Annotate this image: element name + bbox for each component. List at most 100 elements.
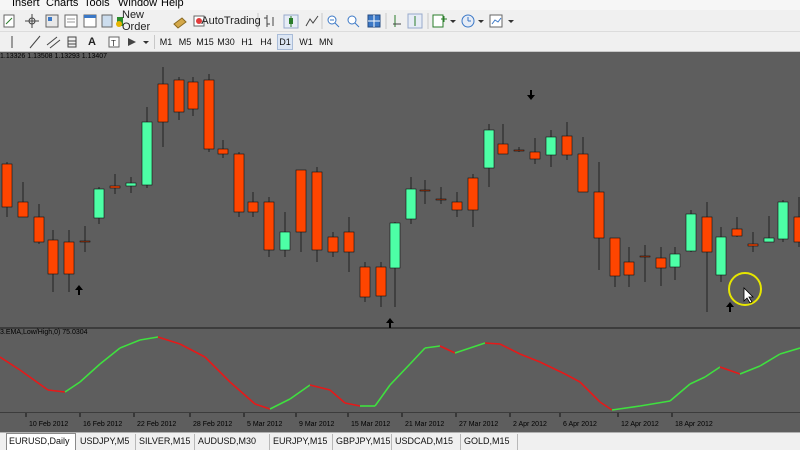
zoom-in-icon[interactable]	[327, 15, 340, 28]
candle-body[interactable]	[777, 201, 789, 240]
candle-body[interactable]	[375, 266, 387, 297]
equidistant-channel-icon[interactable]	[46, 36, 61, 49]
candle-body[interactable]	[701, 216, 713, 253]
candle-body[interactable]	[263, 201, 275, 251]
candle-body[interactable]	[685, 213, 697, 252]
candle-body[interactable]	[793, 216, 800, 243]
tile-windows-icon[interactable]	[367, 14, 381, 28]
candle-body[interactable]	[311, 171, 323, 251]
candle-body[interactable]	[203, 79, 215, 150]
chart-tab-gold-m15[interactable]: GOLD,M15	[462, 434, 518, 450]
candle-body[interactable]	[593, 191, 605, 239]
candle-body[interactable]	[359, 266, 371, 298]
text-tool-button[interactable]: A	[86, 33, 98, 51]
terminal-icon[interactable]	[83, 14, 97, 28]
candle-body[interactable]	[669, 253, 681, 268]
candle-body[interactable]	[609, 237, 621, 277]
menu-insert[interactable]: Insert	[12, 0, 40, 10]
candle-body[interactable]	[715, 236, 727, 276]
new-chart-icon[interactable]	[3, 14, 15, 28]
candle-body[interactable]	[451, 201, 463, 211]
chart-tab-usdjpy-m5[interactable]: USDJPY,M5	[78, 434, 136, 450]
candle-body[interactable]	[125, 182, 137, 187]
indicators-dropdown-icon[interactable]	[450, 20, 456, 23]
chart-tab-usdcad-m15[interactable]: USDCAD,M15	[393, 434, 461, 450]
crosshair-icon[interactable]	[25, 14, 39, 28]
candle-body[interactable]	[561, 135, 573, 156]
candle-body[interactable]	[93, 188, 105, 219]
candle-body[interactable]	[545, 136, 557, 156]
autoscroll-icon[interactable]	[407, 13, 423, 29]
trendline-icon[interactable]	[29, 35, 41, 49]
candle-body[interactable]	[763, 237, 775, 243]
line-chart-icon[interactable]	[305, 15, 319, 27]
candle-body[interactable]	[747, 243, 759, 247]
timeframe-mn-button[interactable]: MN	[317, 34, 335, 50]
templates-dropdown-icon[interactable]	[508, 20, 514, 23]
candle-body[interactable]	[141, 121, 153, 186]
periodicity-icon[interactable]	[461, 14, 475, 28]
navigator-icon[interactable]	[45, 14, 59, 28]
candle-body[interactable]	[513, 149, 525, 152]
timeframe-m5-button[interactable]: M5	[176, 34, 194, 50]
candle-body[interactable]	[47, 239, 59, 275]
new-order-button[interactable]: New Order	[122, 9, 168, 33]
chart-tab-gbpjpy-m15[interactable]: GBPJPY,M15	[334, 434, 392, 450]
timeframe-m1-button[interactable]: M1	[158, 34, 174, 50]
price-chart[interactable]: 10 Feb 2012 16 Feb 2012 22 Feb 2012 28 Feb …	[0, 52, 800, 432]
chart-tab-audusd-m30[interactable]: AUDUSD,M30	[196, 434, 270, 450]
candle-body[interactable]	[233, 153, 245, 213]
candle-body[interactable]	[435, 198, 447, 201]
timeframe-d1-button[interactable]: D1	[277, 34, 293, 50]
timeframe-m30-button[interactable]: M30	[216, 34, 236, 50]
candle-body[interactable]	[17, 201, 29, 218]
menu-tools[interactable]: Tools	[84, 0, 110, 10]
candle-body[interactable]	[327, 236, 339, 253]
autotrading-button[interactable]: AutoTrading	[201, 12, 261, 30]
candle-body[interactable]	[79, 240, 91, 243]
candle-body[interactable]	[217, 148, 229, 155]
candle-body[interactable]	[295, 169, 307, 233]
timeframe-h1-button[interactable]: H1	[238, 34, 256, 50]
arrows-dropdown-icon[interactable]	[143, 41, 149, 44]
periodicity-dropdown-icon[interactable]	[478, 20, 484, 23]
candle-body[interactable]	[655, 257, 667, 269]
candle-body[interactable]	[33, 216, 45, 243]
autotrading-icon[interactable]	[173, 17, 187, 29]
timeframe-h4-button[interactable]: H4	[258, 34, 274, 50]
zoom-out-icon[interactable]	[347, 15, 360, 28]
candle-body[interactable]	[389, 222, 401, 269]
label-icon[interactable]: T	[108, 36, 120, 48]
chart-tab-silver-m15[interactable]: SILVER,M15	[137, 434, 195, 450]
bar-chart-icon[interactable]	[264, 15, 274, 27]
candle-body[interactable]	[279, 231, 291, 251]
data-window-icon[interactable]	[64, 14, 78, 28]
candle-body[interactable]	[247, 201, 259, 213]
candle-body[interactable]	[731, 228, 743, 237]
chart-window[interactable]: 10 Feb 2012 16 Feb 2012 22 Feb 2012 28 Feb …	[0, 52, 800, 432]
candle-body[interactable]	[173, 79, 185, 113]
candle-body[interactable]	[529, 151, 541, 160]
candlestick-chart-icon[interactable]	[283, 14, 299, 29]
timeframe-m15-button[interactable]: M15	[196, 34, 214, 50]
arrows-icon[interactable]	[128, 38, 136, 46]
candle-body[interactable]	[343, 231, 355, 253]
candle-body[interactable]	[467, 177, 479, 211]
candle-body[interactable]	[577, 153, 589, 193]
templates-icon[interactable]	[489, 14, 503, 28]
chart-tab-eurjpy-m15[interactable]: EURJPY,M15	[271, 434, 333, 450]
candle-body[interactable]	[639, 255, 651, 258]
candle-body[interactable]	[63, 241, 75, 275]
candle-body[interactable]	[483, 129, 495, 169]
menu-charts[interactable]: Charts	[46, 0, 78, 10]
candle-body[interactable]	[157, 83, 169, 123]
chart-shift-icon[interactable]	[393, 15, 401, 27]
candle-body[interactable]	[187, 81, 199, 110]
candle-body[interactable]	[1, 163, 13, 208]
candle-body[interactable]	[497, 143, 509, 155]
candle-body[interactable]	[419, 189, 431, 192]
fibonacci-icon[interactable]	[67, 36, 77, 48]
timeframe-w1-button[interactable]: W1	[298, 34, 314, 50]
candle-body[interactable]	[109, 185, 121, 189]
candle-body[interactable]	[623, 261, 635, 276]
